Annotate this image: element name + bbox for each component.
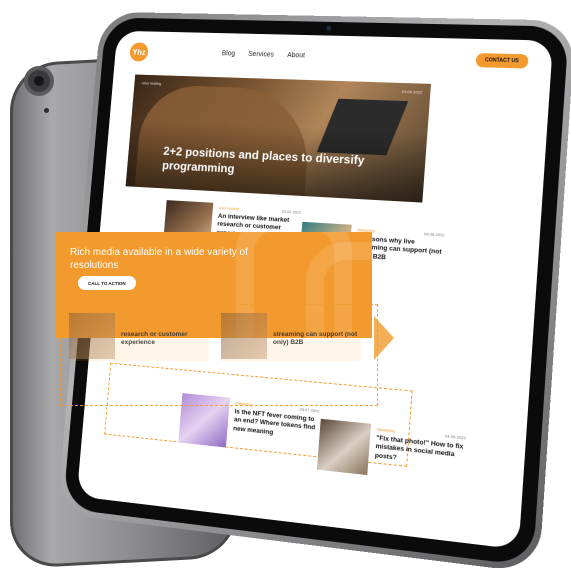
- front-camera-icon: [326, 25, 332, 31]
- article-title[interactable]: "Fix that photo!" How to fix mistakes in…: [374, 435, 465, 470]
- ghost-article-title: research or customer experience: [121, 331, 188, 347]
- article-card[interactable]: Marketing 04.05.2022 "Fix that photo!" H…: [316, 418, 468, 486]
- nav-link-services[interactable]: Services: [248, 51, 274, 58]
- drop-zone-overlay: research or customer experience streamin…: [60, 304, 378, 406]
- call-to-action-button[interactable]: CALL TO ACTION: [78, 276, 136, 290]
- promo-title: Rich media available in a wide variety o…: [70, 247, 248, 271]
- site-header: Yhz Blog Services About CONTACT US: [114, 31, 553, 82]
- ghost-thumbnail: [221, 313, 267, 359]
- article-date: 04.08.2022: [423, 231, 445, 238]
- ghost-article-title: streaming can support (not only) B2B: [273, 331, 358, 347]
- rear-microphone-icon: [44, 108, 49, 113]
- article-date: 03.02.2022: [281, 208, 302, 215]
- article-category: User testing: [218, 205, 240, 212]
- hero-category: User testing: [141, 80, 162, 86]
- ghost-article-card: research or customer experience: [69, 313, 209, 361]
- contact-us-button[interactable]: CONTACT US: [475, 53, 529, 69]
- article-category: Marketing: [376, 426, 395, 434]
- arrow-right-icon: [374, 316, 394, 360]
- article-date: 04.05.2022: [444, 433, 467, 441]
- hero-article[interactable]: User testing 03.05.2022 2+2 positions an…: [125, 74, 431, 203]
- article-date: 03.07.2022: [299, 406, 320, 414]
- article-thumbnail: [316, 418, 372, 476]
- ghost-article-card: streaming can support (not only) B2B: [221, 313, 361, 361]
- main-nav: Blog Services About: [222, 50, 306, 59]
- ghost-thumbnail: [69, 313, 115, 359]
- nav-link-about[interactable]: About: [287, 52, 305, 59]
- article-title[interactable]: Is the NFT fever coming to an end? Where…: [233, 408, 319, 442]
- device-mockup: Yhz Blog Services About CONTACT US User …: [0, 0, 571, 568]
- rear-camera-icon: [24, 66, 54, 96]
- brand-logo[interactable]: Yhz: [129, 42, 149, 62]
- hero-date: 03.05.2022: [401, 88, 423, 95]
- nav-link-blog[interactable]: Blog: [222, 50, 236, 57]
